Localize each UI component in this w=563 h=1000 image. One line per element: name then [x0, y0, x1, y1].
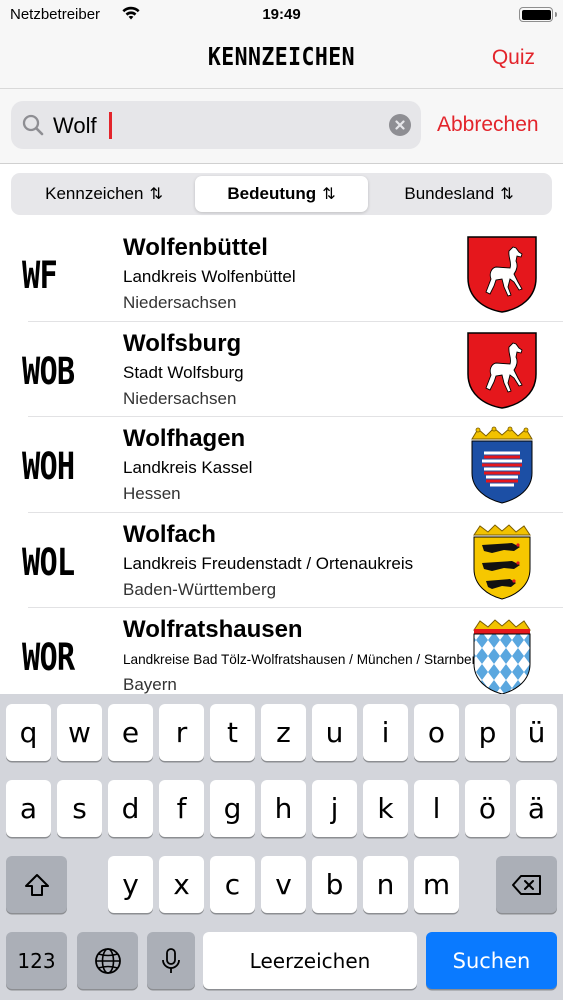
- key-ae[interactable]: ä: [516, 780, 557, 837]
- keyboard: q w e r t z u i o p ü a s d f g h j k l …: [0, 694, 563, 1000]
- key-r[interactable]: r: [159, 704, 204, 761]
- shift-key[interactable]: [6, 856, 67, 913]
- key-q[interactable]: q: [6, 704, 51, 761]
- state-name: Baden-Württemberg: [123, 579, 277, 599]
- key-v[interactable]: v: [261, 856, 306, 913]
- key-p[interactable]: p: [465, 704, 510, 761]
- key-g[interactable]: g: [210, 780, 255, 837]
- text-cursor: [109, 112, 112, 139]
- key-h[interactable]: h: [261, 780, 306, 837]
- segment-bedeutung[interactable]: Bedeutung ⇅: [195, 176, 368, 212]
- key-j[interactable]: j: [312, 780, 357, 837]
- key-o[interactable]: o: [414, 704, 459, 761]
- search-icon: [22, 114, 44, 136]
- key-y[interactable]: y: [108, 856, 153, 913]
- baden-wuerttemberg-lions-crest-icon: [473, 523, 531, 600]
- key-a[interactable]: a: [6, 780, 51, 837]
- key-t[interactable]: t: [210, 704, 255, 761]
- place-name: Wolfratshausen: [123, 616, 303, 643]
- key-e[interactable]: e: [108, 704, 153, 761]
- search-input[interactable]: [53, 111, 383, 141]
- key-n[interactable]: n: [363, 856, 408, 913]
- globe-key[interactable]: [77, 932, 138, 989]
- district-name: Landkreise Bad Tölz-Wolfratshausen / Mün…: [123, 652, 484, 667]
- backspace-icon: [511, 874, 541, 895]
- key-s[interactable]: s: [57, 780, 102, 837]
- results-list: WF Wolfenbüttel Landkreis Wolfenbüttel N…: [0, 226, 563, 694]
- plate-code: WF: [22, 254, 58, 297]
- district-name: Stadt Wolfsburg: [123, 362, 244, 382]
- key-k[interactable]: k: [363, 780, 408, 837]
- key-x[interactable]: x: [159, 856, 204, 913]
- place-name: Wolfhagen: [123, 425, 246, 452]
- segment-label: Bedeutung: [227, 184, 317, 203]
- battery-icon: [519, 7, 557, 22]
- plate-code: WOL: [22, 540, 75, 584]
- status-bar: Netzbetreiber 19:49: [0, 0, 563, 32]
- state-name: Hessen: [123, 484, 181, 503]
- place-name: Wolfach: [123, 520, 216, 548]
- key-c[interactable]: c: [210, 856, 255, 913]
- plate-code: WOH: [22, 445, 75, 488]
- segment-label: Kennzeichen: [45, 184, 144, 203]
- key-w[interactable]: w: [57, 704, 102, 761]
- shift-icon: [24, 873, 49, 896]
- segment-label: Bundesland: [404, 184, 495, 203]
- globe-icon: [94, 947, 121, 974]
- list-item[interactable]: WOL Wolfach Landkreis Freudenstadt / Ort…: [0, 513, 563, 608]
- district-name: Landkreis Freudenstadt / Ortenaukreis: [123, 553, 414, 573]
- niedersachsen-horse-crest-icon: [467, 331, 537, 409]
- page-title: KENNZEICHEN: [207, 42, 356, 71]
- backspace-key[interactable]: [496, 856, 557, 913]
- space-key[interactable]: Leerzeichen: [203, 932, 417, 989]
- plate-code: WOB: [22, 349, 75, 393]
- key-d[interactable]: d: [108, 780, 153, 837]
- cancel-search-button[interactable]: Abbrechen: [437, 113, 539, 137]
- district-name: Landkreis Wolfenbüttel: [123, 267, 296, 286]
- list-item[interactable]: WF Wolfenbüttel Landkreis Wolfenbüttel N…: [0, 226, 563, 322]
- hessen-lion-crest-icon: [471, 426, 533, 504]
- segment-bundesland[interactable]: Bundesland ⇅: [369, 176, 549, 212]
- list-item[interactable]: WOH Wolfhagen Landkreis Kassel Hessen: [0, 417, 563, 513]
- segment-kennzeichen[interactable]: Kennzeichen ⇅: [14, 176, 194, 212]
- key-l[interactable]: l: [414, 780, 459, 837]
- key-b[interactable]: b: [312, 856, 357, 913]
- key-u[interactable]: u: [312, 704, 357, 761]
- key-m[interactable]: m: [414, 856, 459, 913]
- sort-segmented-control: Kennzeichen ⇅ Bedeutung ⇅ Bundesland ⇅: [11, 173, 552, 215]
- state-name: Bayern: [123, 675, 177, 694]
- bayern-lozenges-crest-icon: [473, 619, 531, 694]
- niedersachsen-horse-crest-icon: [467, 236, 537, 313]
- clear-search-icon[interactable]: [389, 114, 411, 136]
- numbers-key[interactable]: 123: [6, 932, 67, 989]
- place-name: Wolfenbüttel: [123, 234, 268, 261]
- navigation-bar: KENNZEICHEN Quiz: [0, 32, 563, 88]
- list-item[interactable]: WOB Wolfsburg Stadt Wolfsburg Niedersach…: [0, 322, 563, 417]
- clock: 19:49: [262, 6, 301, 23]
- list-item[interactable]: WOR Wolfratshausen Landkreise Bad Tölz-W…: [0, 608, 563, 694]
- quiz-button[interactable]: Quiz: [492, 46, 535, 70]
- place-name: Wolfsburg: [123, 329, 242, 357]
- microphone-icon: [162, 947, 180, 973]
- key-ue[interactable]: ü: [516, 704, 557, 761]
- state-name: Niedersachsen: [123, 293, 237, 312]
- sort-arrows-icon: ⇅: [322, 186, 336, 203]
- state-name: Niedersachsen: [123, 388, 237, 408]
- key-z[interactable]: z: [261, 704, 306, 761]
- key-f[interactable]: f: [159, 780, 204, 837]
- search-key[interactable]: Suchen: [426, 932, 557, 989]
- key-i[interactable]: i: [363, 704, 408, 761]
- district-name: Landkreis Kassel: [123, 458, 253, 477]
- search-field[interactable]: [11, 101, 421, 149]
- search-bar: Abbrechen: [0, 88, 563, 164]
- plate-code: WOR: [22, 636, 75, 679]
- sort-arrows-icon: ⇅: [149, 186, 163, 203]
- sort-control-container: Kennzeichen ⇅ Bedeutung ⇅ Bundesland ⇅: [0, 164, 563, 226]
- sort-arrows-icon: ⇅: [500, 186, 514, 203]
- key-oe[interactable]: ö: [465, 780, 510, 837]
- dictation-key[interactable]: [147, 932, 195, 989]
